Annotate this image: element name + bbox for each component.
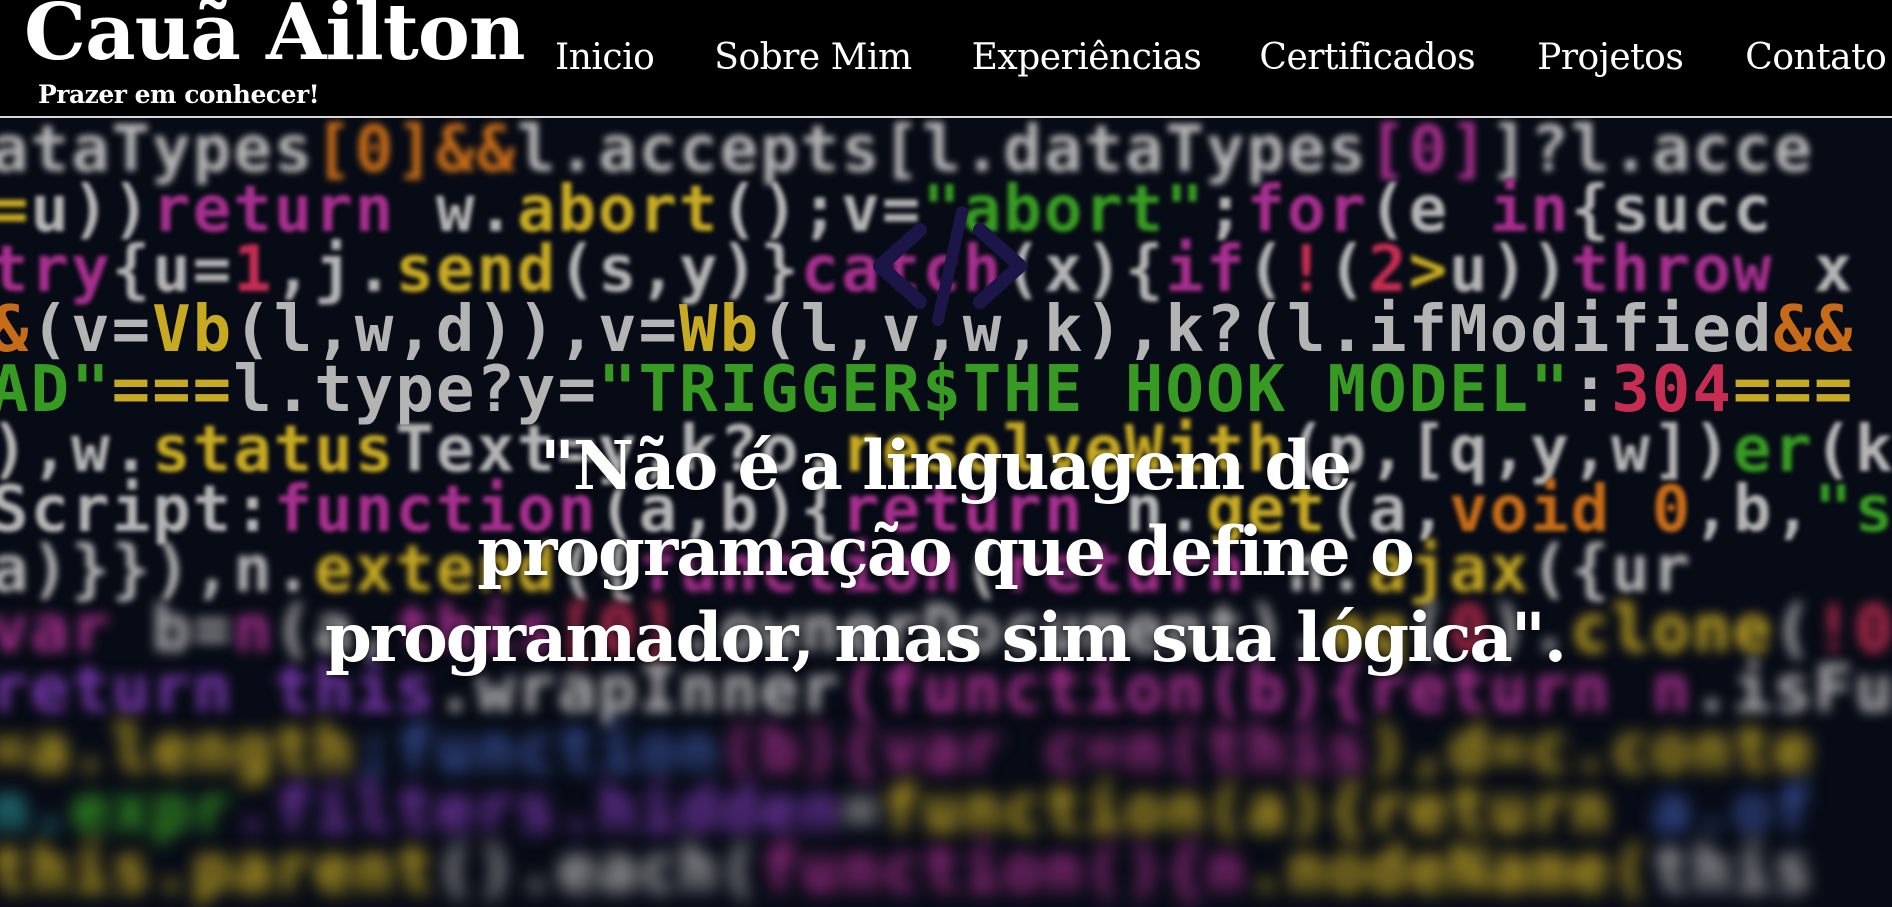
hero-section: ataTypes[0]&&l.accepts[l.dataTypes[0]]?l… xyxy=(0,118,1892,907)
brand-tagline: Prazer em conhecer! xyxy=(38,80,320,109)
site-header: Cauã Ailton Prazer em conhecer! Inicio S… xyxy=(0,0,1892,118)
nav-link-projetos[interactable]: Projetos xyxy=(1537,40,1684,76)
code-brackets-icon xyxy=(873,206,1027,326)
nav-link-contato[interactable]: Contato xyxy=(1745,40,1886,76)
nav-link-certificados[interactable]: Certificados xyxy=(1259,40,1475,76)
nav-link-experiencias[interactable]: Experiências xyxy=(972,40,1202,76)
nav-link-inicio[interactable]: Inicio xyxy=(555,40,655,76)
brand-name[interactable]: Cauã Ailton xyxy=(24,0,526,72)
hero-quote: "Não é a linguagem de programação que de… xyxy=(324,426,1567,677)
nav-link-sobre-mim[interactable]: Sobre Mim xyxy=(714,40,912,76)
main-nav: Inicio Sobre Mim Experiências Certificad… xyxy=(555,40,1887,76)
